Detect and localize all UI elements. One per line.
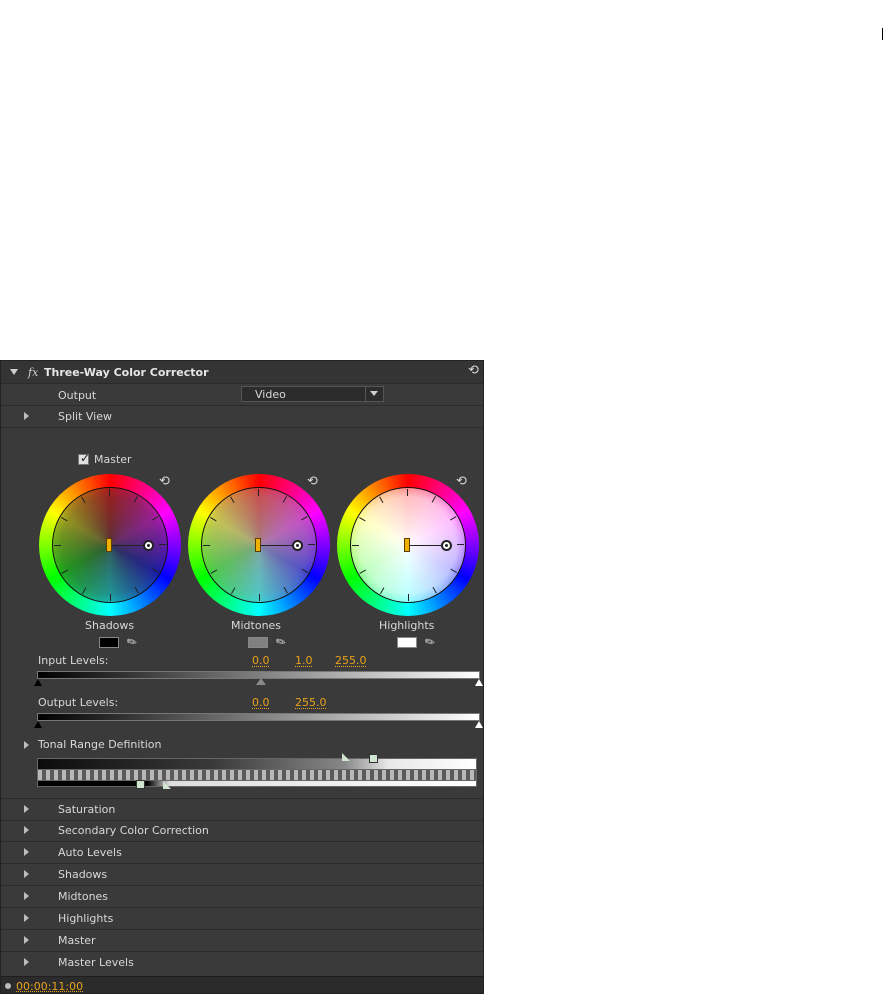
chevron-down-icon[interactable]	[365, 387, 383, 401]
output-label: Output	[58, 389, 97, 402]
output-white-handle[interactable]	[475, 721, 483, 728]
wheel-tick-mark	[408, 594, 409, 601]
highlights-eyedropper-icon[interactable]: ✎	[422, 633, 438, 650]
section-saturation[interactable]: Saturation	[1, 798, 483, 821]
section-midtones[interactable]: Midtones	[1, 886, 483, 908]
section-auto-levels[interactable]: Auto Levels	[1, 842, 483, 864]
split-view-row[interactable]: Split View	[1, 406, 483, 428]
highlights-color-swatch[interactable]	[397, 637, 417, 648]
wheel-tick-mark	[159, 544, 166, 545]
midtones-color-swatch[interactable]	[248, 637, 268, 648]
tonal-range-shadows-bar	[37, 780, 477, 787]
wheel-tick-mark	[352, 545, 359, 546]
effect-reset-icon[interactable]: ⟲	[468, 364, 479, 377]
section-shadows[interactable]: Shadows	[1, 864, 483, 886]
wheel-tick-mark	[203, 545, 210, 546]
highlights-angle-handle[interactable]	[441, 540, 452, 551]
midtones-eyedropper-icon[interactable]: ✎	[273, 633, 289, 650]
midtones-reset-icon[interactable]: ⟲	[307, 475, 318, 488]
input-gamma-handle[interactable]	[256, 678, 266, 685]
input-gamma-value[interactable]: 1.0	[295, 654, 313, 667]
wheel-tick-mark	[457, 544, 464, 545]
input-black-value[interactable]: 0.0	[252, 654, 270, 667]
tonal-range-row[interactable]: Tonal Range Definition	[1, 734, 483, 755]
playhead-dot-icon	[5, 983, 11, 989]
midtones-color-wheel[interactable]	[188, 474, 330, 616]
expand-triangle-icon[interactable]	[24, 826, 29, 834]
output-levels-label: Output Levels:	[38, 696, 119, 709]
shadows-color-swatch[interactable]	[99, 637, 119, 648]
section-label: Saturation	[58, 803, 116, 816]
section-label: Highlights	[58, 912, 114, 925]
expand-triangle-icon[interactable]	[24, 936, 29, 944]
fx-badge: fx	[28, 366, 39, 379]
wheel-tick-mark	[407, 489, 408, 496]
output-white-value[interactable]: 255.0	[295, 696, 327, 709]
shadows-softness-handle[interactable]	[163, 781, 171, 789]
tonal-range-highlights-bar	[37, 758, 477, 770]
highlights-softness-handle[interactable]	[342, 753, 350, 761]
highlights-wheel-label: Highlights	[379, 619, 435, 632]
section-label: Master Levels	[58, 956, 134, 969]
shadows-threshold-handle[interactable]	[136, 780, 145, 789]
collapse-triangle-icon[interactable]	[10, 369, 18, 375]
expand-triangle-icon[interactable]	[24, 412, 29, 420]
section-label: Secondary Color Correction	[58, 824, 209, 837]
input-levels-label: Input Levels:	[38, 654, 109, 667]
section-label: Shadows	[58, 868, 108, 881]
expand-triangle-icon[interactable]	[24, 741, 29, 749]
shadows-eyedropper-icon[interactable]: ✎	[124, 633, 140, 650]
wheel-tick-mark	[110, 594, 111, 601]
wheel-tick-mark	[259, 594, 260, 601]
shadows-reset-icon[interactable]: ⟲	[159, 475, 170, 488]
expand-triangle-icon[interactable]	[24, 805, 29, 813]
output-dropdown-value: Video	[255, 388, 286, 401]
section-label: Midtones	[58, 890, 109, 903]
effect-title: Three-Way Color Corrector	[44, 366, 209, 379]
split-view-label: Split View	[58, 410, 112, 423]
tonal-range-label: Tonal Range Definition	[38, 738, 162, 751]
wheel-tick-mark	[308, 544, 315, 545]
shadows-color-wheel[interactable]	[39, 474, 181, 616]
effect-controls-panel: fx Three-Way Color Corrector ⟲ Output Vi…	[0, 360, 484, 994]
midtones-angle-handle[interactable]	[292, 540, 303, 551]
page-edge-mark	[882, 28, 883, 40]
shadows-wheel-label: Shadows	[85, 619, 135, 632]
effect-header[interactable]: fx Three-Way Color Corrector ⟲	[1, 361, 483, 384]
expand-triangle-icon[interactable]	[24, 848, 29, 856]
highlights-threshold-handle[interactable]	[369, 754, 378, 763]
highlights-color-wheel[interactable]	[337, 474, 479, 616]
wheel-tick-mark	[54, 545, 61, 546]
input-white-handle[interactable]	[475, 679, 483, 686]
output-black-handle[interactable]	[34, 721, 42, 728]
wheel-tick-mark	[258, 489, 259, 496]
timecode-display[interactable]: 00:00:11:00	[16, 980, 83, 993]
input-white-value[interactable]: 255.0	[335, 654, 367, 667]
section-highlights[interactable]: Highlights	[1, 908, 483, 930]
midtones-wheel-label: Midtones	[231, 619, 282, 632]
master-checkbox[interactable]: ✓	[78, 451, 91, 465]
wheel-tick-mark	[109, 489, 110, 496]
section-secondary-color-correction[interactable]: Secondary Color Correction	[1, 820, 483, 842]
section-master[interactable]: Master	[1, 930, 483, 952]
expand-triangle-icon[interactable]	[24, 892, 29, 900]
expand-triangle-icon[interactable]	[24, 914, 29, 922]
expand-triangle-icon[interactable]	[24, 870, 29, 878]
output-dropdown[interactable]: Video	[241, 386, 384, 402]
expand-triangle-icon[interactable]	[24, 958, 29, 966]
input-black-handle[interactable]	[34, 679, 42, 686]
shadows-angle-handle[interactable]	[143, 540, 154, 551]
section-master-levels[interactable]: Master Levels	[1, 952, 483, 973]
highlights-reset-icon[interactable]: ⟲	[456, 475, 467, 488]
output-black-value[interactable]: 0.0	[252, 696, 270, 709]
master-label: Master	[94, 453, 132, 466]
section-label: Auto Levels	[58, 846, 122, 859]
timecode-bar: 00:00:11:00	[1, 976, 483, 993]
section-label: Master	[58, 934, 96, 947]
tonal-range-midtones-bar	[37, 770, 477, 780]
output-levels-slider[interactable]	[37, 713, 480, 721]
checkmark-icon: ✓	[80, 451, 91, 465]
